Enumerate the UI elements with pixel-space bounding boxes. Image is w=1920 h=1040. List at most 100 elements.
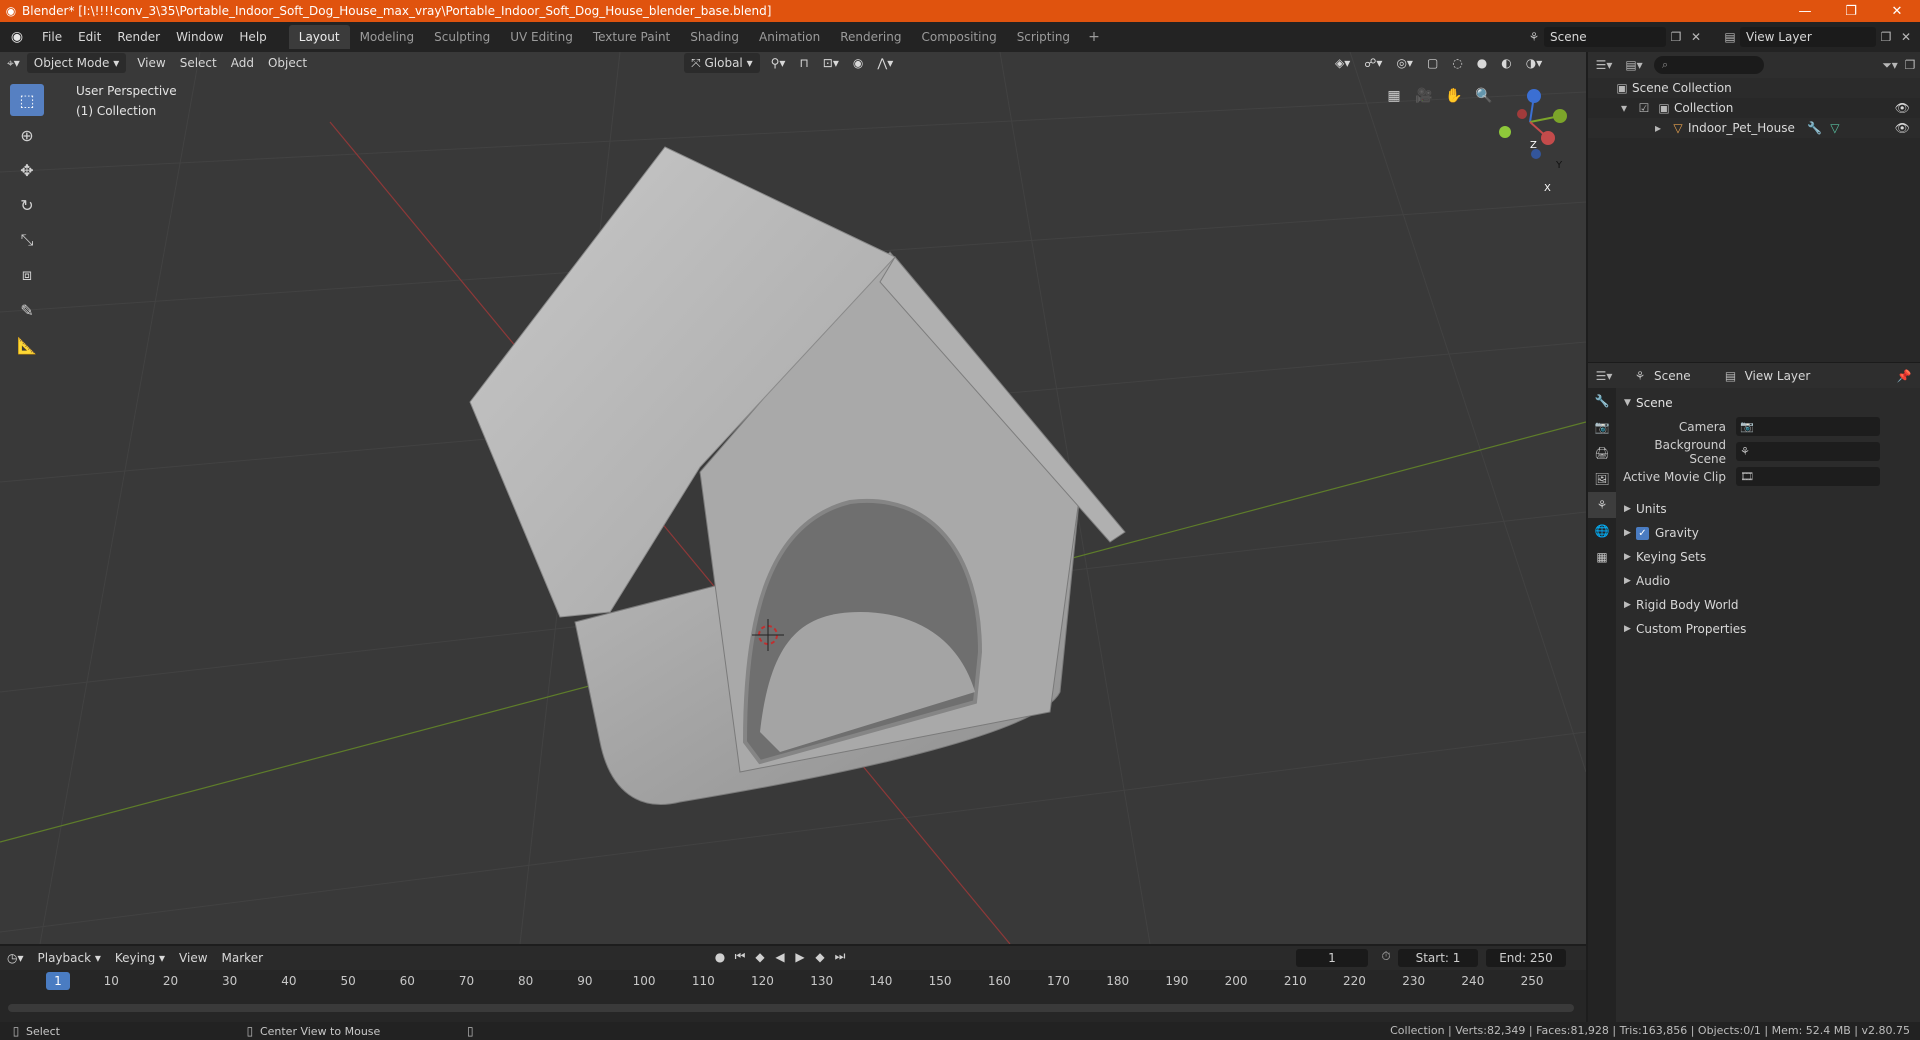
expand-arrow-icon[interactable]: ▶ <box>1624 600 1636 610</box>
expand-arrow-icon[interactable]: ▾ <box>1614 101 1634 115</box>
move-tool-icon[interactable]: ✥ <box>10 154 44 186</box>
tool-properties-tab-icon[interactable]: 🔧 <box>1588 388 1616 414</box>
maximize-button[interactable]: ❐ <box>1828 4 1874 19</box>
eye-icon[interactable]: 👁 <box>1895 121 1910 135</box>
toggle-ortho-icon[interactable]: ▦ <box>1380 82 1408 110</box>
jump-end-icon[interactable]: ⏭ <box>830 949 850 964</box>
minimize-button[interactable]: — <box>1782 4 1828 19</box>
tab-modeling[interactable]: Modeling <box>350 25 425 49</box>
timeline-scrollbar[interactable] <box>8 1004 1574 1012</box>
pivot-point-icon[interactable]: ⚲▾ <box>764 53 793 73</box>
modifier-wrench-icon[interactable]: 🔧 <box>1805 121 1825 135</box>
texture-properties-tab-icon[interactable]: ▦ <box>1588 544 1616 570</box>
camera-field[interactable]: 📷 <box>1736 417 1880 436</box>
tab-scripting[interactable]: Scripting <box>1007 25 1080 49</box>
menu-window[interactable]: Window <box>168 26 231 48</box>
delete-view-layer-icon[interactable]: ✕ <box>1896 30 1916 44</box>
collapse-arrow-icon[interactable]: ▼ <box>1624 398 1636 408</box>
filter-icon[interactable]: ⏷▾ <box>1880 58 1900 73</box>
tab-rendering[interactable]: Rendering <box>830 25 911 49</box>
cursor-tool-icon[interactable]: ⊕ <box>10 119 44 151</box>
timeline-editor-type-icon[interactable]: ◷▾ <box>0 948 31 968</box>
gizmos-icon[interactable]: ☍▾ <box>1357 53 1389 73</box>
pin-icon[interactable]: 📌 <box>1894 369 1914 383</box>
new-collection-icon[interactable]: ❐ <box>1900 58 1920 72</box>
delete-scene-icon[interactable]: ✕ <box>1686 30 1706 44</box>
annotate-tool-icon[interactable]: ✎ <box>10 294 44 326</box>
timeline-menu-playback[interactable]: Playback ▾ <box>31 948 108 968</box>
tab-shading[interactable]: Shading <box>680 25 749 49</box>
transform-tool-icon[interactable]: ⧈ <box>10 259 44 291</box>
menu-edit[interactable]: Edit <box>70 26 109 48</box>
pan-view-icon[interactable]: ✋ <box>1440 82 1468 110</box>
mesh-data-icon[interactable]: ▽ <box>1825 121 1845 135</box>
jump-start-icon[interactable]: ⏮ <box>730 949 750 964</box>
new-view-layer-icon[interactable]: ❐ <box>1876 30 1896 44</box>
proportional-editing-icon[interactable]: ◉ <box>846 53 870 73</box>
outliner-search-input[interactable]: ⌕ <box>1654 56 1764 74</box>
viewport-menu-view[interactable]: View <box>130 53 172 73</box>
tab-texture-paint[interactable]: Texture Paint <box>583 25 680 49</box>
properties-scene-label[interactable]: Scene <box>1654 369 1691 383</box>
wireframe-shading-icon[interactable]: ◌ <box>1445 53 1469 73</box>
viewport-menu-add[interactable]: Add <box>224 53 261 73</box>
transform-orientation-dropdown[interactable]: ⤧ Global ▾ <box>684 53 760 73</box>
expand-arrow-icon[interactable]: ▶ <box>1624 624 1636 634</box>
start-frame-field[interactable]: Start: 1 <box>1398 949 1478 967</box>
snap-target-icon[interactable]: ⊡▾ <box>816 53 846 73</box>
camera-view-icon[interactable]: 🎥 <box>1410 82 1438 110</box>
outliner-row-collection[interactable]: ▾ ☑ ▣ Collection 👁 <box>1588 98 1920 118</box>
overlays-icon[interactable]: ◎▾ <box>1389 53 1420 73</box>
current-frame-indicator[interactable]: 1 <box>46 972 70 990</box>
timeline-menu-view[interactable]: View <box>172 948 214 968</box>
gravity-subpanel[interactable]: ▶ ✓ Gravity <box>1620 521 1916 545</box>
tab-sculpting[interactable]: Sculpting <box>424 25 500 49</box>
xray-icon[interactable]: ▢ <box>1420 53 1445 73</box>
timeline-ruler[interactable]: 1 10 20 30 40 50 60 70 80 90 100 110 120 130 140 150 160… <box>0 970 1586 992</box>
select-box-icon[interactable]: ⬚ <box>10 84 44 116</box>
3d-viewport[interactable]: Z Y X ⌖▾ Object Mode ▾ View Select Add O… <box>0 52 1586 944</box>
eye-icon[interactable]: 👁 <box>1895 101 1910 115</box>
dog-house-model[interactable] <box>469 146 1126 805</box>
collection-checkbox-icon[interactable]: ☑ <box>1634 101 1654 115</box>
properties-editor-type-icon[interactable]: ☰▾ <box>1594 369 1614 383</box>
view-layer-name-field[interactable]: View Layer <box>1740 27 1876 47</box>
expand-arrow-icon[interactable]: ▸ <box>1648 121 1668 135</box>
properties-view-layer-label[interactable]: View Layer <box>1745 369 1811 383</box>
outliner-row-object[interactable]: ▸ ▽ Indoor_Pet_House 🔧 ▽ 👁 <box>1588 118 1920 138</box>
units-subpanel[interactable]: ▶ Units <box>1620 497 1916 521</box>
current-frame-field[interactable]: 1 <box>1296 949 1368 967</box>
falloff-icon[interactable]: ⋀▾ <box>870 53 900 73</box>
tab-animation[interactable]: Animation <box>749 25 830 49</box>
zoom-view-icon[interactable]: 🔍 <box>1470 82 1498 110</box>
view-layer-selector[interactable]: ▤ View Layer ❐ ✕ <box>1720 26 1916 48</box>
scale-tool-icon[interactable]: ⤡ <box>10 224 44 256</box>
output-properties-tab-icon[interactable]: 🖨 <box>1588 440 1616 466</box>
world-properties-tab-icon[interactable]: 🌐 <box>1588 518 1616 544</box>
gravity-checkbox[interactable]: ✓ <box>1636 526 1649 540</box>
outliner-row-scene-collection[interactable]: ▣ Scene Collection <box>1588 78 1920 98</box>
scene-properties-tab-icon[interactable]: ⚘ <box>1588 492 1616 518</box>
rotate-tool-icon[interactable]: ↻ <box>10 189 44 221</box>
tab-compositing[interactable]: Compositing <box>911 25 1006 49</box>
tab-layout[interactable]: Layout <box>288 25 350 49</box>
record-icon[interactable]: ● <box>710 950 730 964</box>
material-shading-icon[interactable]: ◐ <box>1494 53 1518 73</box>
visibility-icon[interactable]: ◈▾ <box>1328 53 1357 73</box>
expand-arrow-icon[interactable]: ▶ <box>1624 552 1636 562</box>
timeline-menu-marker[interactable]: Marker <box>215 948 270 968</box>
timeline-menu-keying[interactable]: Keying ▾ <box>108 948 172 968</box>
blender-logo-icon[interactable]: ◉ <box>0 29 34 45</box>
expand-arrow-icon[interactable]: ▶ <box>1624 504 1636 514</box>
keying-sets-subpanel[interactable]: ▶ Keying Sets <box>1620 545 1916 569</box>
viewport-menu-select[interactable]: Select <box>173 53 224 73</box>
object-mode-dropdown[interactable]: Object Mode ▾ <box>26 53 127 73</box>
rendered-shading-icon[interactable]: ◑▾ <box>1519 53 1550 73</box>
active-movie-clip-field[interactable]: 🎞 <box>1736 467 1880 486</box>
menu-file[interactable]: File <box>34 26 70 48</box>
menu-render[interactable]: Render <box>109 26 168 48</box>
rigid-body-world-subpanel[interactable]: ▶ Rigid Body World <box>1620 593 1916 617</box>
play-reverse-icon[interactable]: ◀ <box>770 950 790 964</box>
tab-uv-editing[interactable]: UV Editing <box>500 25 583 49</box>
viewport-menu-object[interactable]: Object <box>261 53 314 73</box>
